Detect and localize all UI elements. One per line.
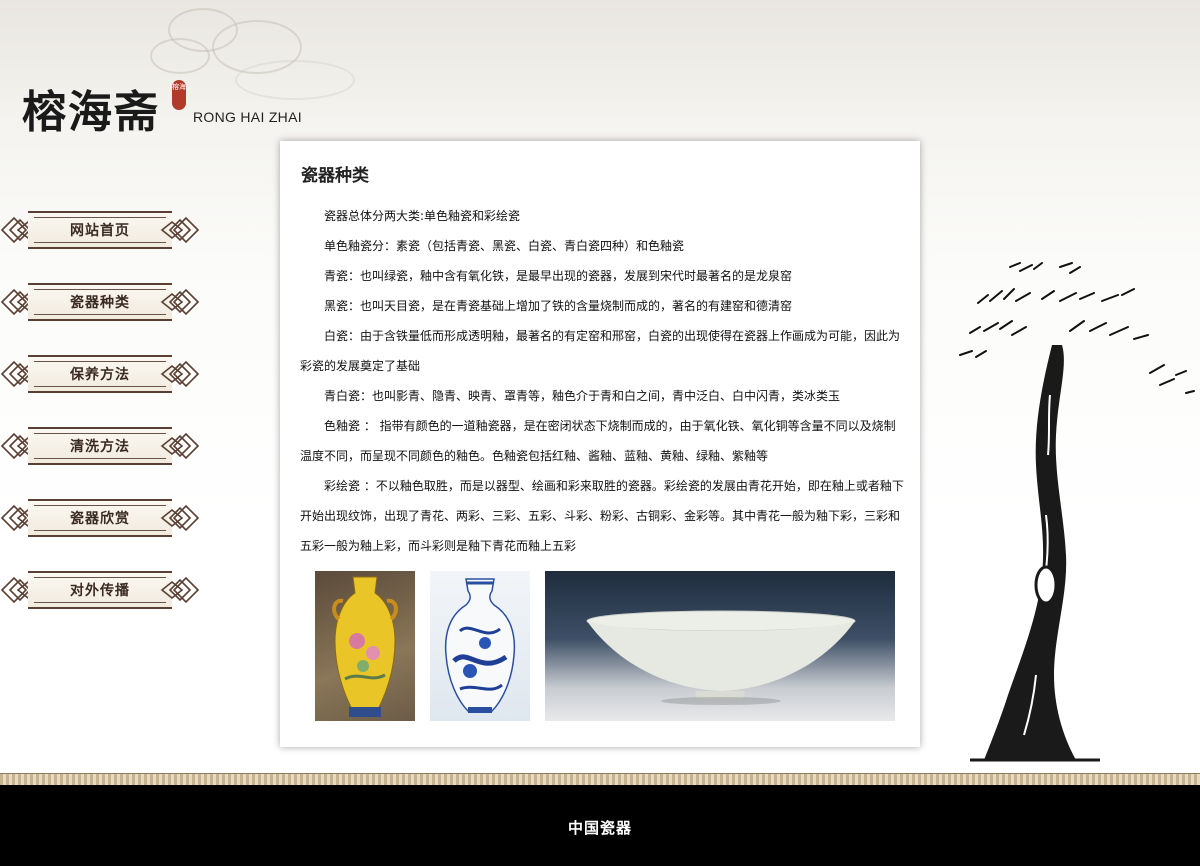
article-paragraph: 白瓷：由于含铁量低而形成透明釉，最著名的有定窑和邢窑，白瓷的出现使得在瓷器上作画…: [300, 329, 901, 373]
nav-item-outreach[interactable]: 对外传播: [0, 568, 200, 612]
article-paragraph: 青瓷：也叫绿瓷，釉中含有氧化铁，是最早出现的瓷器，发展到宋代时最著名的是龙泉窑: [324, 269, 793, 283]
yellow-vase-photo: [315, 571, 415, 721]
logo-english-name: RONG HAI ZHAI: [193, 109, 302, 125]
white-bowl-photo: [545, 571, 895, 721]
logo-chinese-name: 榕海斋: [22, 87, 160, 138]
pine-tree-illustration: [959, 262, 1195, 762]
nav-label: 清洗方法: [70, 439, 130, 455]
content-panel: 瓷器种类 瓷器总体分两大类:单色釉瓷和彩绘瓷 单色釉瓷分：素瓷（包括青瓷、黑瓷、…: [280, 141, 920, 747]
blue-white-vase-photo: [430, 571, 530, 721]
nav-item-maintenance[interactable]: 保养方法: [0, 352, 200, 396]
cloud-decoration: [235, 60, 355, 100]
nav-label: 瓷器种类: [70, 295, 130, 311]
article-paragraph: 彩绘瓷 ：不以釉色取胜，而是以器型、绘画和彩来取胜的瓷器。彩绘瓷的发展由青花开始…: [300, 479, 904, 553]
side-nav: 网站首页 瓷器种类 保养方法 清洗方法 瓷器欣赏 对外传播: [0, 208, 202, 640]
page-title: 瓷器种类: [301, 166, 369, 186]
footer-text: 中国瓷器: [567, 819, 632, 837]
nav-item-cleaning[interactable]: 清洗方法: [0, 424, 200, 468]
decorative-border: [0, 773, 1200, 785]
article-body: 瓷器总体分两大类:单色釉瓷和彩绘瓷 单色釉瓷分：素瓷（包括青瓷、黑瓷、白瓷、青白…: [300, 201, 904, 561]
logo-seal: 榕海: [172, 80, 186, 110]
nav-item-porcelain-types[interactable]: 瓷器种类: [0, 280, 200, 324]
article-paragraph: 青白瓷：也叫影青、隐青、映青、罩青等，釉色介于青和白之间，青中泛白、白中闪青，类…: [324, 389, 841, 403]
article-paragraph: 黑瓷：也叫天目瓷，是在青瓷基础上增加了铁的含量烧制而成的，著名的有建窑和德清窑: [324, 299, 793, 313]
article-paragraph: 单色釉瓷分：素瓷（包括青瓷、黑瓷、白瓷、青白瓷四种）和色釉瓷: [324, 239, 685, 253]
footer: 中国瓷器: [0, 785, 1200, 866]
nav-label: 对外传播: [70, 583, 130, 599]
nav-label: 保养方法: [70, 367, 130, 383]
nav-item-home[interactable]: 网站首页: [0, 208, 200, 252]
nav-label: 网站首页: [70, 223, 130, 239]
cloud-decoration: [150, 38, 210, 74]
article-paragraph: 瓷器总体分两大类:单色釉瓷和彩绘瓷: [324, 209, 521, 223]
article-paragraph: 色釉瓷 ： 指带有颜色的一道釉瓷器，是在密闭状态下烧制而成的，由于氧化铁、氧化铜…: [300, 419, 896, 463]
nav-label: 瓷器欣赏: [70, 511, 130, 527]
nav-item-appreciation[interactable]: 瓷器欣赏: [0, 496, 200, 540]
